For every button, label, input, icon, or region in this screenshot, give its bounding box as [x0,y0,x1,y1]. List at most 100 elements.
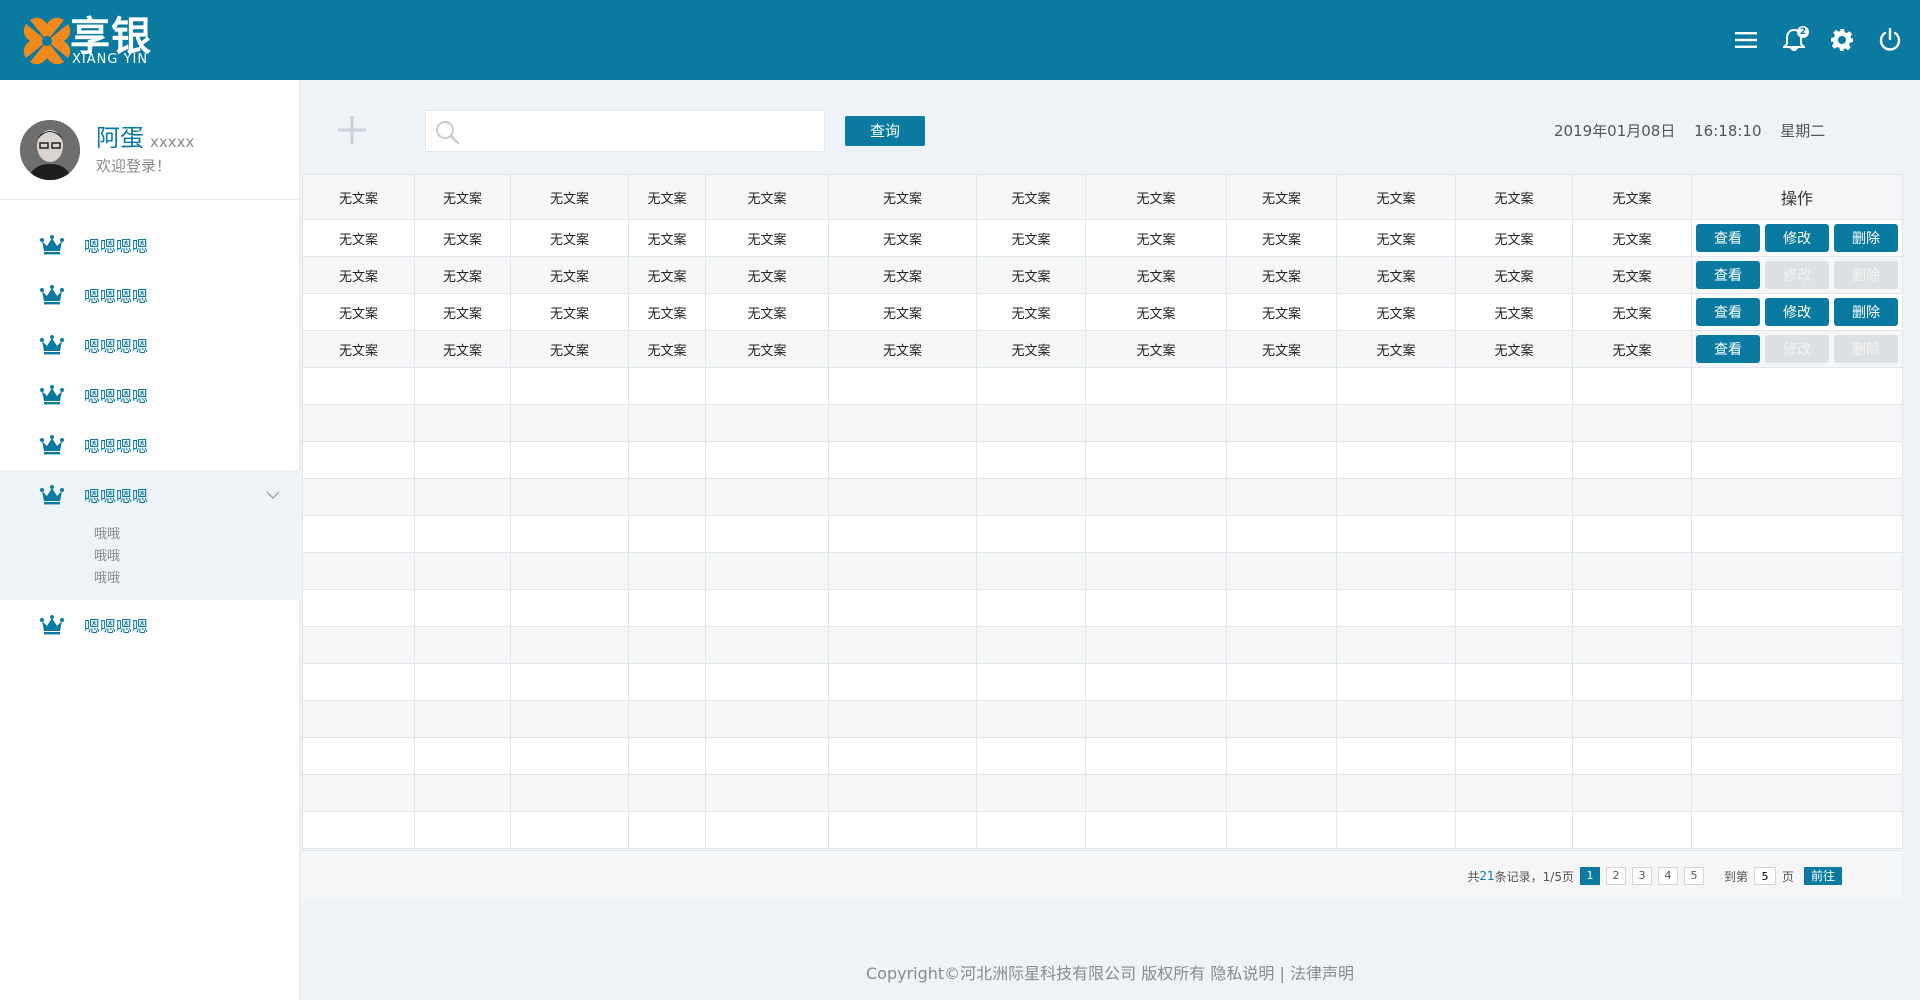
table-cell [1085,515,1227,553]
sidebar-item-label: 嗯嗯嗯嗯 [84,487,149,506]
page-button[interactable]: 2 [1605,867,1626,885]
table-cell: 无文案 [1085,330,1227,368]
column-header: 无文案 [1336,174,1456,220]
table-cell: 无文案 [976,256,1086,294]
table-cell [976,774,1086,812]
table-row-empty [302,441,1903,479]
view-button[interactable]: 查看 [1696,224,1760,252]
search-input[interactable] [466,115,816,147]
delete-button[interactable]: 删除 [1834,298,1898,326]
submenu-item[interactable]: 哦哦 [0,546,300,568]
sidebar-item-6[interactable]: 嗯嗯嗯嗯 [0,470,300,520]
table-cell [628,515,706,553]
query-button[interactable]: 查询 [845,116,925,146]
goto-page-input[interactable] [1753,867,1776,885]
chevron-down-icon[interactable] [266,488,280,502]
table-cell: 无文案 [414,330,511,368]
header-actions: 2 [1722,0,1914,80]
table-row-empty [302,737,1903,775]
table-cell: 无文案 [414,256,511,294]
table-cell [510,626,629,664]
table-cell [976,478,1086,516]
sidebar-item-2[interactable]: 嗯嗯嗯嗯 [0,270,300,320]
table-row: 无文案 无文案 无文案 无文案 无文案 无文案 无文案 无文案 无文案 无文案 无文案 无文案 查看 修改… [302,293,1903,331]
bell-icon[interactable]: 2 [1770,16,1818,64]
edit-button[interactable]: 修改 [1765,224,1829,252]
table-cell: 无文案 [1455,293,1573,331]
table-header-row: 无文案 无文案 无文案 无文案 无文案 无文案 无文案 无文案 无文案 无文案 无文案 无文案 操作 [302,174,1903,220]
gear-icon[interactable] [1818,16,1866,64]
table-cell [828,774,977,812]
table-cell [1085,626,1227,664]
page-button[interactable]: 5 [1683,867,1704,885]
table-row-empty [302,700,1903,738]
table-cell [1455,404,1573,442]
table-cell [705,663,829,701]
table-cell: 无文案 [1572,330,1692,368]
table-cell [1226,515,1337,553]
table-cell [1226,404,1337,442]
go-button[interactable]: 前往 [1804,867,1842,885]
table-cell [414,552,511,590]
table-cell [302,478,415,516]
table-cell [976,811,1086,849]
sidebar-item-7[interactable]: 嗯嗯嗯嗯 [0,600,300,650]
edit-button[interactable]: 修改 [1765,298,1829,326]
table-cell [1085,737,1227,775]
page-button[interactable]: 3 [1631,867,1652,885]
table-cell [510,515,629,553]
table-cell [302,552,415,590]
table-cell [1572,367,1692,405]
table-cell [1455,626,1573,664]
table-cell [1455,478,1573,516]
table-cell [828,811,977,849]
sidebar: 阿蛋 xxxxx 欢迎登录！ 嗯嗯嗯嗯 嗯嗯嗯嗯 嗯嗯嗯嗯 嗯嗯嗯嗯 嗯嗯嗯嗯 嗯嗯嗯嗯哦… [0,80,300,1000]
power-icon[interactable] [1866,16,1914,64]
add-icon[interactable] [336,114,368,146]
submenu-item[interactable]: 哦哦 [0,524,300,546]
menu-icon[interactable] [1722,16,1770,64]
sidebar-item-3[interactable]: 嗯嗯嗯嗯 [0,320,300,370]
sidebar-item-4[interactable]: 嗯嗯嗯嗯 [0,370,300,420]
table-cell: 无文案 [1572,219,1692,257]
table-cell [1085,552,1227,590]
avatar[interactable] [20,120,80,180]
table-cell [414,737,511,775]
column-header: 无文案 [510,174,629,220]
submenu-item[interactable]: 哦哦 [0,568,300,590]
page-button[interactable]: 1 [1579,867,1600,885]
column-header: 无文案 [1226,174,1337,220]
page-button[interactable]: 4 [1657,867,1678,885]
table-cell: 无文案 [1226,219,1337,257]
table-cell [828,552,977,590]
table-cell: 无文案 [510,293,629,331]
delete-button[interactable]: 删除 [1834,224,1898,252]
view-button[interactable]: 查看 [1696,298,1760,326]
table-cell [414,367,511,405]
edit-button: 修改 [1765,261,1829,289]
legal-link[interactable]: 法律声明 [1290,964,1354,983]
table-row: 无文案 无文案 无文案 无文案 无文案 无文案 无文案 无文案 无文案 无文案 无文案 无文案 查看 修改… [302,219,1903,257]
view-button[interactable]: 查看 [1696,261,1760,289]
table-cell: 无文案 [1226,256,1337,294]
goto-suffix: 页 [1781,869,1794,884]
sidebar-item-5[interactable]: 嗯嗯嗯嗯 [0,420,300,470]
logo[interactable]: 享银 XIANG YIN [20,14,160,68]
table-cell [705,774,829,812]
table-cell [1691,478,1903,516]
table-cell [414,663,511,701]
column-header: 无文案 [1455,174,1573,220]
sidebar-item-1[interactable]: 嗯嗯嗯嗯 [0,220,300,270]
table-cell [510,774,629,812]
table-cell [1691,441,1903,479]
table-cell [628,663,706,701]
table-cell: 无文案 [510,219,629,257]
privacy-link[interactable]: 隐私说明 [1210,964,1274,983]
table-cell: 无文案 [628,256,706,294]
table-cell [1226,737,1337,775]
table-cell [510,663,629,701]
table-row-empty [302,663,1903,701]
view-button[interactable]: 查看 [1696,335,1760,363]
table-cell [1455,441,1573,479]
table-cell [1455,515,1573,553]
